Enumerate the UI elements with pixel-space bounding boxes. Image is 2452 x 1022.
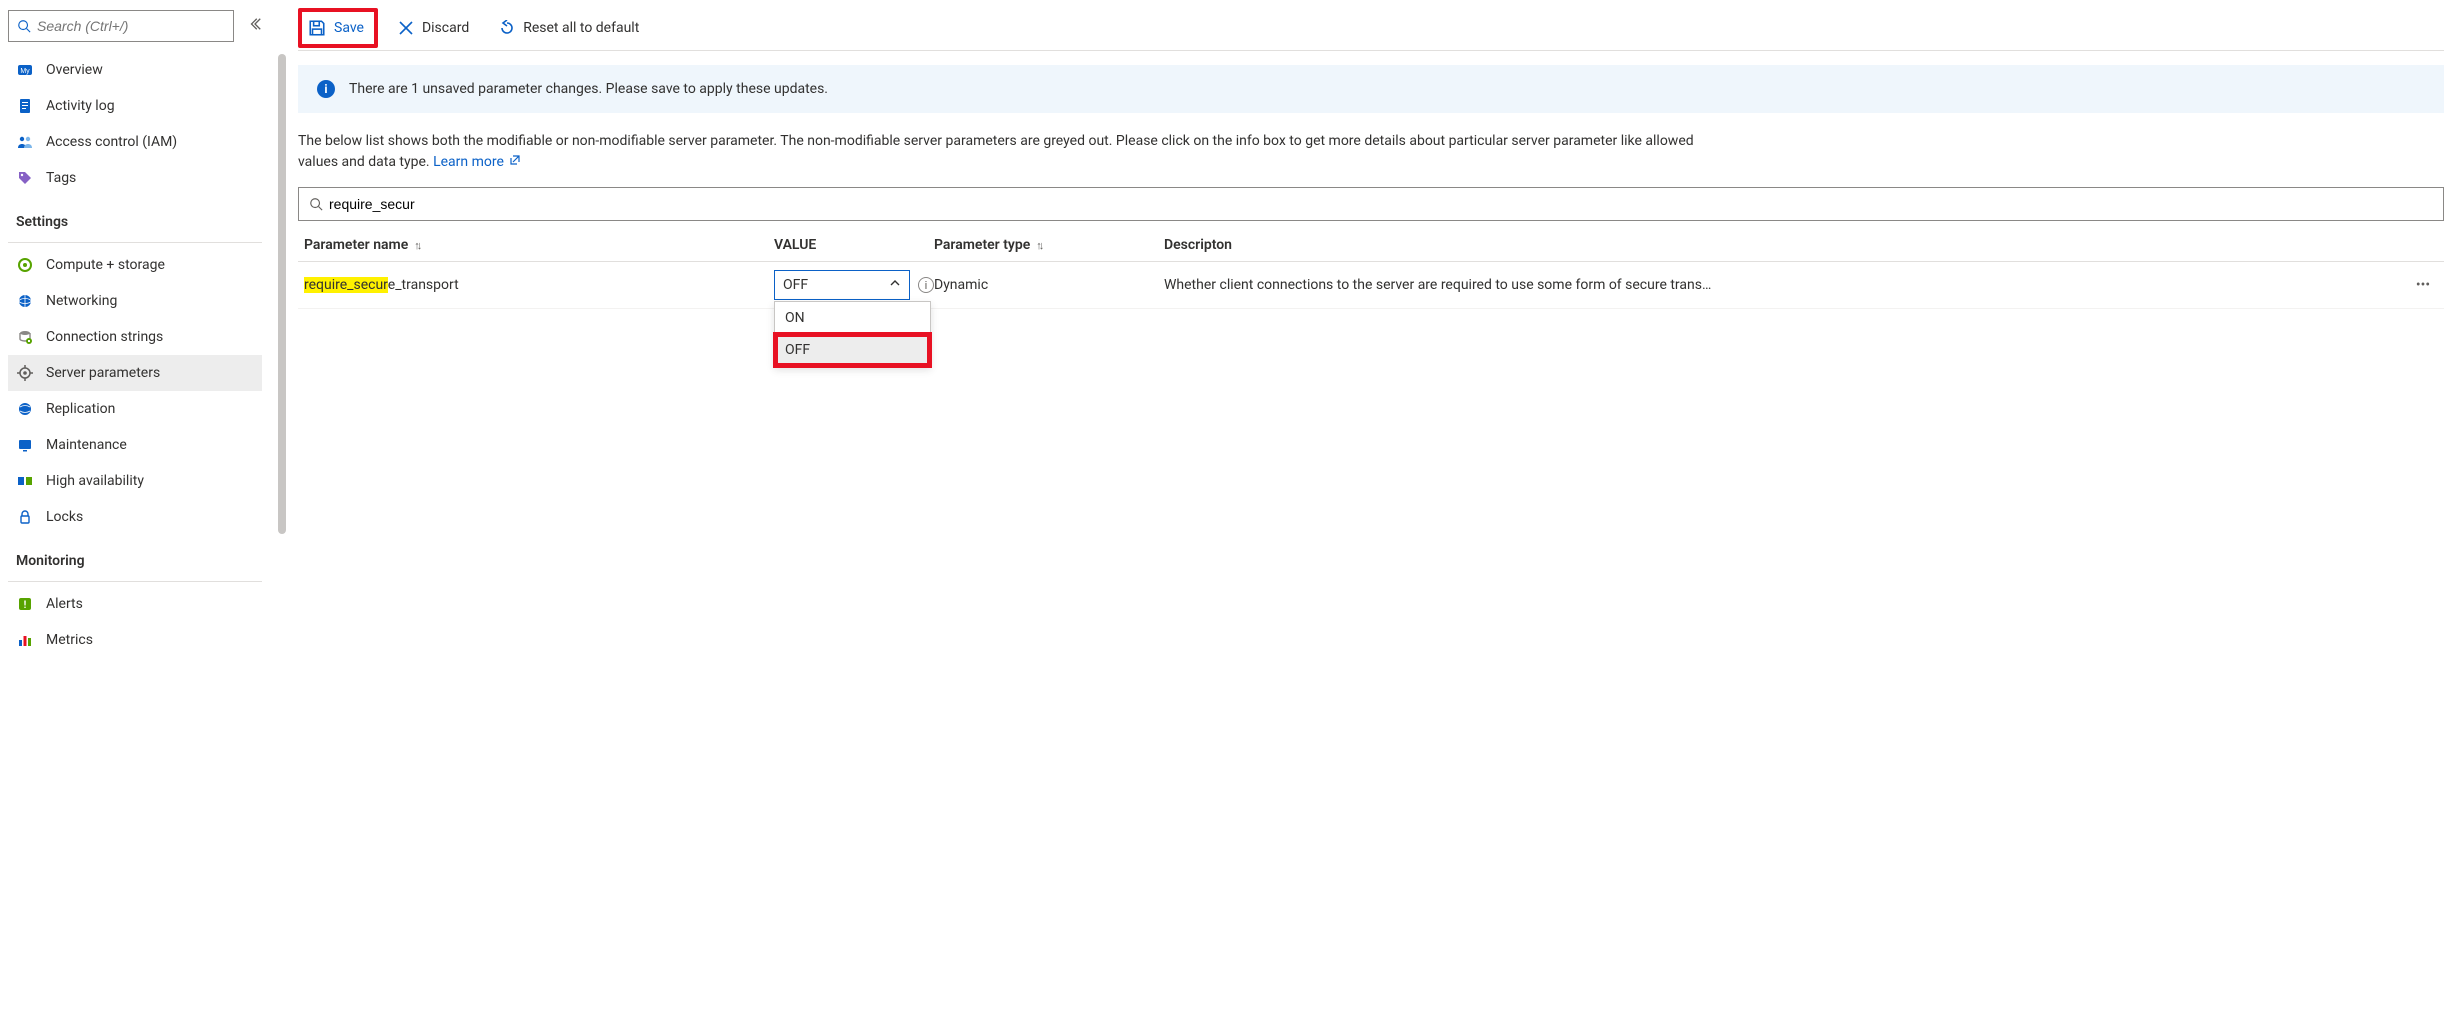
option-off[interactable]: OFF bbox=[775, 334, 930, 366]
nav-label: High availability bbox=[46, 473, 144, 489]
nav-high-availability[interactable]: High availability bbox=[8, 463, 262, 499]
nav-label: Activity log bbox=[46, 98, 115, 114]
toolbar-divider bbox=[298, 50, 2444, 51]
reset-button[interactable]: Reset all to default bbox=[489, 16, 649, 40]
log-icon bbox=[16, 97, 34, 115]
divider bbox=[8, 581, 262, 582]
nav-connection-strings[interactable]: Connection strings bbox=[8, 319, 262, 355]
col-value[interactable]: VALUE bbox=[774, 237, 934, 253]
nav-maintenance[interactable]: Maintenance bbox=[8, 427, 262, 463]
alert-icon: ! bbox=[16, 595, 34, 613]
param-desc-cell: Whether client connections to the server… bbox=[1164, 277, 2408, 293]
nav-label: Metrics bbox=[46, 632, 93, 648]
table-header: Parameter name↑↓ VALUE Parameter type↑↓ … bbox=[298, 229, 2444, 262]
people-icon bbox=[16, 133, 34, 151]
parameter-filter[interactable] bbox=[298, 187, 2444, 221]
info-text: There are 1 unsaved parameter changes. P… bbox=[349, 81, 828, 97]
globe-icon bbox=[16, 292, 34, 310]
save-label: Save bbox=[334, 20, 364, 36]
value-select[interactable]: OFF ON OFF bbox=[774, 270, 910, 300]
save-button[interactable]: Save bbox=[298, 8, 378, 48]
parameters-table: Parameter name↑↓ VALUE Parameter type↑↓ … bbox=[298, 229, 2444, 309]
tag-icon bbox=[16, 169, 34, 187]
value-dropdown: ON OFF bbox=[774, 301, 931, 367]
parameter-filter-input[interactable] bbox=[329, 196, 2433, 212]
selected-value: OFF bbox=[783, 277, 808, 293]
section-settings-header: Settings bbox=[8, 196, 262, 238]
save-icon bbox=[308, 19, 326, 37]
unsaved-changes-banner: i There are 1 unsaved parameter changes.… bbox=[298, 65, 2444, 113]
table-row: require_secure_transport OFF ON OFF i Dy… bbox=[298, 262, 2444, 309]
param-type-cell: Dynamic bbox=[934, 277, 1164, 293]
nav-overview[interactable]: My Overview bbox=[8, 52, 262, 88]
nav-label: Overview bbox=[46, 62, 103, 78]
lock-icon bbox=[16, 508, 34, 526]
section-monitoring-header: Monitoring bbox=[8, 535, 262, 577]
reset-icon bbox=[499, 20, 515, 36]
nav-tags[interactable]: Tags bbox=[8, 160, 262, 196]
info-icon: i bbox=[317, 80, 335, 98]
nav-label: Locks bbox=[46, 509, 83, 525]
nav-label: Access control (IAM) bbox=[46, 134, 177, 150]
nav-compute-storage[interactable]: Compute + storage bbox=[8, 247, 262, 283]
sidebar-collapse-icon[interactable] bbox=[248, 17, 262, 35]
col-name[interactable]: Parameter name↑↓ bbox=[304, 237, 544, 253]
main-content: Save Discard Reset all to default i Ther… bbox=[270, 0, 2452, 1022]
nav-activity-log[interactable]: Activity log bbox=[8, 88, 262, 124]
reset-label: Reset all to default bbox=[523, 20, 639, 36]
nav-alerts[interactable]: ! Alerts bbox=[8, 586, 262, 622]
nav-locks[interactable]: Locks bbox=[8, 499, 262, 535]
nav-label: Networking bbox=[46, 293, 117, 309]
discard-button[interactable]: Discard bbox=[388, 16, 479, 40]
sort-icon: ↑↓ bbox=[1036, 239, 1041, 252]
nav-access-control[interactable]: Access control (IAM) bbox=[8, 124, 262, 160]
param-name-cell: require_secure_transport bbox=[304, 277, 544, 293]
svg-text:!: ! bbox=[24, 600, 27, 611]
nav-metrics[interactable]: Metrics bbox=[8, 622, 262, 658]
search-icon bbox=[17, 19, 31, 33]
param-info-icon[interactable]: i bbox=[918, 277, 934, 293]
discard-label: Discard bbox=[422, 20, 469, 36]
nav-server-parameters[interactable]: Server parameters bbox=[8, 355, 262, 391]
sidebar-search[interactable] bbox=[8, 10, 234, 42]
database-icon: My bbox=[16, 61, 34, 79]
highlighted-match: require_secur bbox=[304, 277, 388, 293]
sidebar-search-input[interactable] bbox=[37, 18, 225, 34]
nav-label: Maintenance bbox=[46, 437, 127, 453]
sort-icon: ↑↓ bbox=[414, 239, 419, 252]
metrics-icon bbox=[16, 631, 34, 649]
compute-icon bbox=[16, 256, 34, 274]
external-link-icon bbox=[509, 152, 521, 173]
divider bbox=[8, 242, 262, 243]
nav-label: Alerts bbox=[46, 596, 83, 612]
ha-icon bbox=[16, 472, 34, 490]
gear-icon bbox=[16, 364, 34, 382]
connection-icon bbox=[16, 328, 34, 346]
close-icon bbox=[398, 20, 414, 36]
option-on[interactable]: ON bbox=[775, 302, 930, 334]
sidebar: My Overview Activity log Access control … bbox=[0, 0, 270, 1022]
nav-label: Replication bbox=[46, 401, 115, 417]
row-more-button[interactable]: ••• bbox=[2408, 277, 2438, 293]
maintenance-icon bbox=[16, 436, 34, 454]
search-icon bbox=[309, 197, 323, 211]
toolbar: Save Discard Reset all to default bbox=[298, 6, 2444, 50]
col-desc[interactable]: Descripton bbox=[1164, 237, 2408, 253]
col-type[interactable]: Parameter type↑↓ bbox=[934, 237, 1164, 253]
nav-replication[interactable]: Replication bbox=[8, 391, 262, 427]
page-description: The below list shows both the modifiable… bbox=[298, 131, 1728, 173]
globe2-icon bbox=[16, 400, 34, 418]
learn-more-link[interactable]: Learn more bbox=[433, 154, 504, 170]
nav-label: Tags bbox=[46, 170, 76, 186]
svg-text:My: My bbox=[20, 68, 30, 75]
nav-label: Server parameters bbox=[46, 365, 160, 381]
nav-label: Compute + storage bbox=[46, 257, 165, 273]
nav-networking[interactable]: Networking bbox=[8, 283, 262, 319]
chevron-up-icon bbox=[889, 277, 901, 293]
nav-label: Connection strings bbox=[46, 329, 163, 345]
